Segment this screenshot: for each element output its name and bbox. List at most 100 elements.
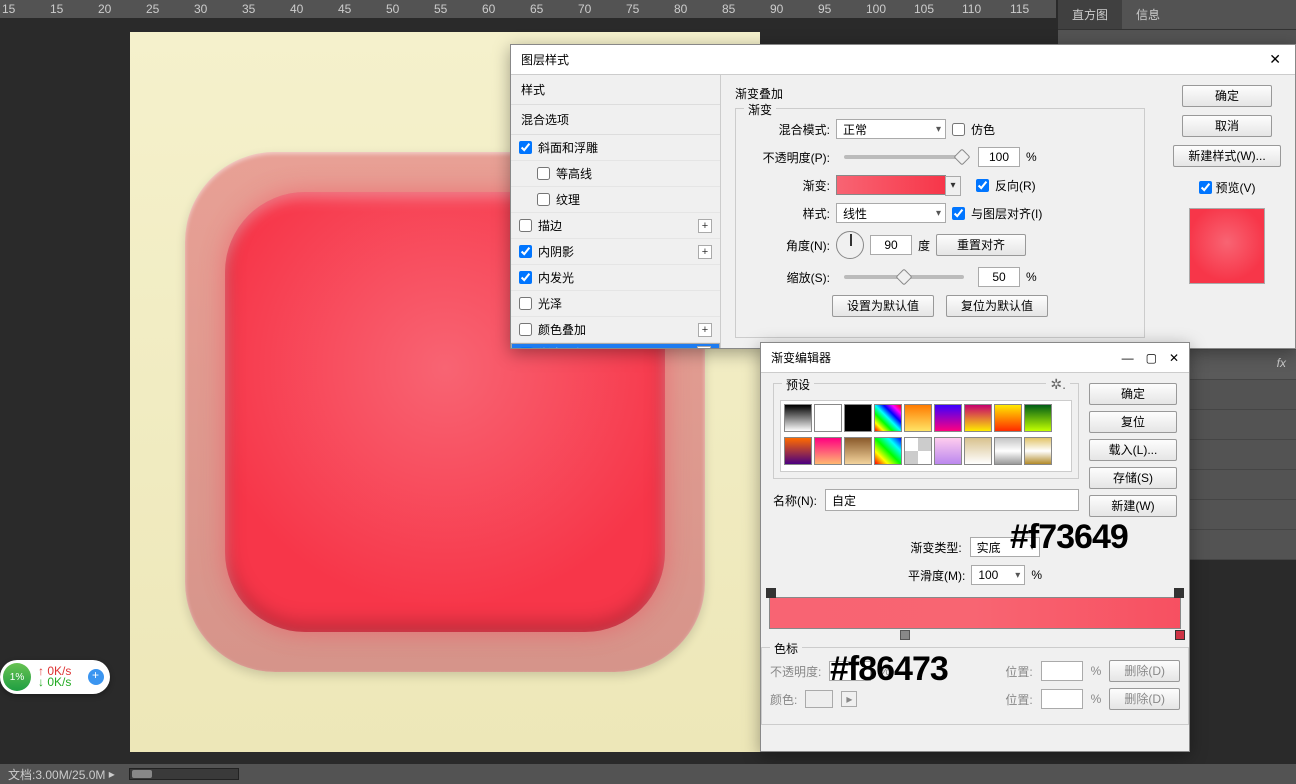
preset-swatch[interactable] bbox=[784, 437, 812, 465]
gradient-overlay-options: 渐变叠加 渐变 混合模式: 正常 仿色 不透明度(P): % 渐变: bbox=[721, 75, 1159, 348]
gradient-swatch[interactable] bbox=[836, 175, 946, 195]
set-default-button[interactable]: 设置为默认值 bbox=[832, 295, 934, 317]
cs-delete-button-2[interactable]: 删除(D) bbox=[1109, 688, 1180, 710]
tab-histogram[interactable]: 直方图 bbox=[1058, 0, 1122, 29]
name-input[interactable] bbox=[825, 489, 1079, 511]
add-effect-icon[interactable]: + bbox=[698, 323, 712, 337]
cancel-button[interactable]: 取消 bbox=[1182, 115, 1272, 137]
style-checkbox[interactable] bbox=[537, 193, 550, 206]
reverse-checkbox[interactable] bbox=[976, 179, 989, 192]
preset-swatch[interactable] bbox=[964, 404, 992, 432]
opacity-stop-right[interactable] bbox=[1174, 588, 1184, 598]
gear-icon[interactable]: ✲. bbox=[1046, 376, 1070, 393]
preset-swatch[interactable] bbox=[844, 404, 872, 432]
ge-load-button[interactable]: 载入(L)... bbox=[1089, 439, 1177, 461]
style-select[interactable]: 线性 bbox=[836, 203, 946, 223]
style-row-内阴影[interactable]: 内阴影+ bbox=[511, 239, 720, 265]
style-row-等高线[interactable]: 等高线 bbox=[511, 161, 720, 187]
cs-pos2-label: 位置: bbox=[1005, 691, 1032, 708]
style-row-渐变叠加[interactable]: 渐变叠加+ bbox=[511, 343, 720, 348]
preset-swatch[interactable] bbox=[1024, 404, 1052, 432]
preset-swatch[interactable] bbox=[814, 437, 842, 465]
cs-pos-label: 位置: bbox=[1005, 663, 1032, 680]
preview-checkbox[interactable] bbox=[1199, 181, 1212, 194]
close-icon[interactable]: ✕ bbox=[1265, 51, 1285, 68]
styles-header[interactable]: 样式 bbox=[511, 75, 720, 105]
ok-button[interactable]: 确定 bbox=[1182, 85, 1272, 107]
preset-swatch[interactable] bbox=[844, 437, 872, 465]
style-row-内发光[interactable]: 内发光 bbox=[511, 265, 720, 291]
ge-new-button[interactable]: 新建(W) bbox=[1089, 495, 1177, 517]
style-row-斜面和浮雕[interactable]: 斜面和浮雕 bbox=[511, 135, 720, 161]
preset-swatch[interactable] bbox=[934, 404, 962, 432]
ruler-horizontal: 1515202530354045505560657075808590951001… bbox=[0, 0, 1056, 18]
blend-options-header[interactable]: 混合选项 bbox=[511, 105, 720, 135]
maximize-icon[interactable]: ▢ bbox=[1146, 351, 1157, 365]
cs-color-dropdown[interactable]: ▸ bbox=[841, 691, 857, 707]
fx-badge[interactable]: fx bbox=[1277, 356, 1286, 373]
blend-mode-select[interactable]: 正常 bbox=[836, 119, 946, 139]
style-checkbox[interactable] bbox=[519, 245, 532, 258]
reset-default-button[interactable]: 复位为默认值 bbox=[946, 295, 1048, 317]
scale-input[interactable] bbox=[978, 267, 1020, 287]
preset-swatch[interactable] bbox=[1024, 437, 1052, 465]
angle-input[interactable] bbox=[870, 235, 912, 255]
preset-swatch[interactable] bbox=[904, 437, 932, 465]
reset-align-button[interactable]: 重置对齐 bbox=[936, 234, 1026, 256]
ge-ok-button[interactable]: 确定 bbox=[1089, 383, 1177, 405]
style-checkbox[interactable] bbox=[537, 167, 550, 180]
style-checkbox[interactable] bbox=[519, 141, 532, 154]
gradient-bar[interactable] bbox=[769, 597, 1181, 629]
color-stop-mid[interactable] bbox=[900, 630, 910, 640]
style-row-纹理[interactable]: 纹理 bbox=[511, 187, 720, 213]
style-checkbox[interactable] bbox=[519, 219, 532, 232]
cs-pos-input bbox=[1041, 661, 1083, 681]
style-checkbox[interactable] bbox=[519, 323, 532, 336]
network-widget[interactable]: 1% ↑ 0K/s ↓ 0K/s bbox=[0, 660, 110, 694]
angle-dial[interactable] bbox=[836, 231, 864, 259]
style-checkbox[interactable] bbox=[519, 297, 532, 310]
preset-swatch[interactable] bbox=[814, 404, 842, 432]
smooth-label: 平滑度(M): bbox=[908, 567, 965, 584]
close-icon[interactable]: ✕ bbox=[1169, 351, 1179, 365]
cs-color-swatch[interactable] bbox=[805, 690, 833, 708]
angle-unit: 度 bbox=[918, 237, 930, 254]
opacity-slider[interactable] bbox=[844, 155, 964, 159]
preset-swatch[interactable] bbox=[994, 404, 1022, 432]
minimize-icon[interactable]: — bbox=[1122, 351, 1134, 365]
preset-swatch[interactable] bbox=[964, 437, 992, 465]
cs-pos2-input bbox=[1041, 689, 1083, 709]
opacity-input[interactable] bbox=[978, 147, 1020, 167]
preset-swatch[interactable] bbox=[904, 404, 932, 432]
new-style-button[interactable]: 新建样式(W)... bbox=[1173, 145, 1280, 167]
preset-swatch[interactable] bbox=[934, 437, 962, 465]
style-preview bbox=[1189, 208, 1265, 284]
add-effect-icon[interactable]: + bbox=[698, 245, 712, 259]
style-row-颜色叠加[interactable]: 颜色叠加+ bbox=[511, 317, 720, 343]
add-effect-icon[interactable]: + bbox=[697, 346, 711, 348]
opacity-stop-left[interactable] bbox=[766, 588, 776, 598]
preset-swatch[interactable] bbox=[994, 437, 1022, 465]
doc-info: 文档:3.00M/25.0M bbox=[8, 766, 105, 783]
preset-swatch[interactable] bbox=[874, 437, 902, 465]
align-checkbox[interactable] bbox=[952, 207, 965, 220]
ge-reset-button[interactable]: 复位 bbox=[1089, 411, 1177, 433]
add-effect-icon[interactable]: + bbox=[698, 219, 712, 233]
dither-checkbox[interactable] bbox=[952, 123, 965, 136]
smooth-select[interactable]: 100 bbox=[971, 565, 1025, 585]
style-checkbox[interactable] bbox=[519, 271, 532, 284]
cs-delete-button-1[interactable]: 删除(D) bbox=[1109, 660, 1180, 682]
scale-slider[interactable] bbox=[844, 275, 964, 279]
style-row-光泽[interactable]: 光泽 bbox=[511, 291, 720, 317]
scrollbar-horizontal[interactable] bbox=[129, 768, 239, 780]
ge-save-button[interactable]: 存储(S) bbox=[1089, 467, 1177, 489]
add-icon[interactable] bbox=[88, 669, 104, 685]
preset-swatches bbox=[780, 400, 1072, 472]
preset-swatch[interactable] bbox=[874, 404, 902, 432]
style-row-描边[interactable]: 描边+ bbox=[511, 213, 720, 239]
style-checkbox[interactable] bbox=[520, 347, 533, 349]
color-stop-right[interactable] bbox=[1175, 630, 1185, 640]
style-label: 样式: bbox=[748, 205, 830, 222]
preset-swatch[interactable] bbox=[784, 404, 812, 432]
tab-info[interactable]: 信息 bbox=[1122, 0, 1174, 29]
